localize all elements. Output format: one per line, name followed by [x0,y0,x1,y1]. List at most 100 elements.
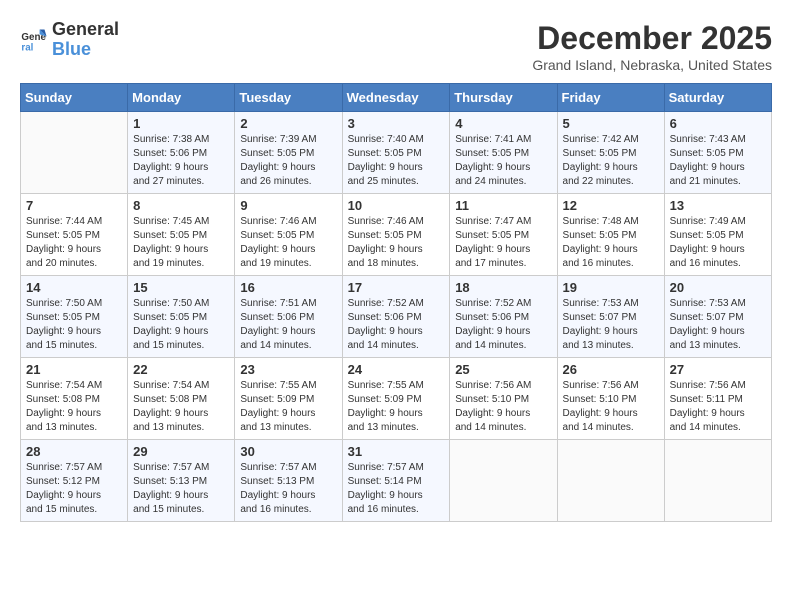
day-number: 5 [563,116,659,131]
day-info: Sunrise: 7:43 AM Sunset: 5:05 PM Dayligh… [670,133,766,189]
calendar-cell [664,440,771,522]
day-info: Sunrise: 7:54 AM Sunset: 5:08 PM Dayligh… [133,379,229,435]
day-info: Sunrise: 7:50 AM Sunset: 5:05 PM Dayligh… [133,297,229,353]
day-info: Sunrise: 7:46 AM Sunset: 5:05 PM Dayligh… [240,215,336,271]
logo: Gene ral General Blue [20,20,119,60]
calendar-cell: 10 Sunrise: 7:46 AM Sunset: 5:05 PM Dayli… [342,194,450,276]
calendar-cell: 2 Sunrise: 7:39 AM Sunset: 5:05 PM Daylig… [235,112,342,194]
calendar-cell: 13Sunrise: 7:49 AM Sunset: 5:05 PM Dayli… [664,194,771,276]
svg-text:ral: ral [21,42,33,53]
calendar-cell: 23Sunrise: 7:55 AM Sunset: 5:09 PM Dayli… [235,358,342,440]
day-info: Sunrise: 7:57 AM Sunset: 5:13 PM Dayligh… [240,461,336,517]
calendar-cell: 12Sunrise: 7:48 AM Sunset: 5:05 PM Dayli… [557,194,664,276]
day-number: 8 [133,198,229,213]
day-info: Sunrise: 7:44 AM Sunset: 5:05 PM Dayligh… [26,215,122,271]
day-info: Sunrise: 7:47 AM Sunset: 5:05 PM Dayligh… [455,215,551,271]
day-number: 26 [563,362,659,377]
day-number: 24 [348,362,445,377]
day-header-monday: Monday [128,84,235,112]
day-number: 23 [240,362,336,377]
calendar-cell: 30 Sunrise: 7:57 AM Sunset: 5:13 PM Dayli… [235,440,342,522]
day-number: 17 [348,280,445,295]
logo-icon: Gene ral [20,26,48,54]
calendar-week-row: 21 Sunrise: 7:54 AM Sunset: 5:08 PM Dayli… [21,358,772,440]
day-info: Sunrise: 7:57 AM Sunset: 5:14 PM Dayligh… [348,461,445,517]
calendar-cell: 31 Sunrise: 7:57 AM Sunset: 5:14 PM Dayli… [342,440,450,522]
day-info: Sunrise: 7:56 AM Sunset: 5:10 PM Dayligh… [455,379,551,435]
day-number: 29 [133,444,229,459]
day-info: Sunrise: 7:56 AM Sunset: 5:11 PM Dayligh… [670,379,766,435]
calendar-cell: 17 Sunrise: 7:52 AM Sunset: 5:06 PM Dayli… [342,276,450,358]
calendar-cell: 20 Sunrise: 7:53 AM Sunset: 5:07 PM Dayli… [664,276,771,358]
calendar-table: SundayMondayTuesdayWednesdayThursdayFrid… [20,83,772,522]
calendar-cell [557,440,664,522]
calendar-week-row: 28 Sunrise: 7:57 AM Sunset: 5:12 PM Dayli… [21,440,772,522]
calendar-cell: 25 Sunrise: 7:56 AM Sunset: 5:10 PM Dayli… [450,358,557,440]
calendar-cell: 22 Sunrise: 7:54 AM Sunset: 5:08 PM Dayli… [128,358,235,440]
calendar-cell: 21 Sunrise: 7:54 AM Sunset: 5:08 PM Dayli… [21,358,128,440]
calendar-week-row: 1Sunrise: 7:38 AM Sunset: 5:06 PM Daylig… [21,112,772,194]
calendar-cell: 11 Sunrise: 7:47 AM Sunset: 5:05 PM Dayli… [450,194,557,276]
day-info: Sunrise: 7:52 AM Sunset: 5:06 PM Dayligh… [348,297,445,353]
calendar-cell: 4Sunrise: 7:41 AM Sunset: 5:05 PM Daylig… [450,112,557,194]
day-number: 12 [563,198,659,213]
day-info: Sunrise: 7:39 AM Sunset: 5:05 PM Dayligh… [240,133,336,189]
day-info: Sunrise: 7:50 AM Sunset: 5:05 PM Dayligh… [26,297,122,353]
day-info: Sunrise: 7:46 AM Sunset: 5:05 PM Dayligh… [348,215,445,271]
day-number: 21 [26,362,122,377]
day-header-saturday: Saturday [664,84,771,112]
day-info: Sunrise: 7:49 AM Sunset: 5:05 PM Dayligh… [670,215,766,271]
day-number: 31 [348,444,445,459]
day-number: 25 [455,362,551,377]
day-number: 11 [455,198,551,213]
day-number: 20 [670,280,766,295]
day-number: 7 [26,198,122,213]
day-info: Sunrise: 7:42 AM Sunset: 5:05 PM Dayligh… [563,133,659,189]
calendar-cell: 7 Sunrise: 7:44 AM Sunset: 5:05 PM Daylig… [21,194,128,276]
day-info: Sunrise: 7:54 AM Sunset: 5:08 PM Dayligh… [26,379,122,435]
calendar-cell: 28 Sunrise: 7:57 AM Sunset: 5:12 PM Dayli… [21,440,128,522]
day-number: 3 [348,116,445,131]
day-info: Sunrise: 7:52 AM Sunset: 5:06 PM Dayligh… [455,297,551,353]
day-number: 22 [133,362,229,377]
day-info: Sunrise: 7:55 AM Sunset: 5:09 PM Dayligh… [348,379,445,435]
day-info: Sunrise: 7:51 AM Sunset: 5:06 PM Dayligh… [240,297,336,353]
day-number: 28 [26,444,122,459]
day-info: Sunrise: 7:57 AM Sunset: 5:13 PM Dayligh… [133,461,229,517]
calendar-cell: 16Sunrise: 7:51 AM Sunset: 5:06 PM Dayli… [235,276,342,358]
page-header: Gene ral General Blue December 2025 Gran… [20,20,772,73]
day-number: 1 [133,116,229,131]
calendar-cell: 29 Sunrise: 7:57 AM Sunset: 5:13 PM Dayli… [128,440,235,522]
logo-text-general: General [52,20,119,40]
calendar-cell: 15Sunrise: 7:50 AM Sunset: 5:05 PM Dayli… [128,276,235,358]
calendar-cell: 3Sunrise: 7:40 AM Sunset: 5:05 PM Daylig… [342,112,450,194]
title-area: December 2025 Grand Island, Nebraska, Un… [532,20,772,73]
day-number: 30 [240,444,336,459]
day-info: Sunrise: 7:57 AM Sunset: 5:12 PM Dayligh… [26,461,122,517]
calendar-cell: 5 Sunrise: 7:42 AM Sunset: 5:05 PM Daylig… [557,112,664,194]
location: Grand Island, Nebraska, United States [532,57,772,73]
calendar-cell: 18 Sunrise: 7:52 AM Sunset: 5:06 PM Dayli… [450,276,557,358]
day-header-wednesday: Wednesday [342,84,450,112]
day-number: 19 [563,280,659,295]
day-number: 18 [455,280,551,295]
day-number: 14 [26,280,122,295]
month-title: December 2025 [532,20,772,57]
day-info: Sunrise: 7:53 AM Sunset: 5:07 PM Dayligh… [670,297,766,353]
calendar-header-row: SundayMondayTuesdayWednesdayThursdayFrid… [21,84,772,112]
day-header-thursday: Thursday [450,84,557,112]
day-info: Sunrise: 7:45 AM Sunset: 5:05 PM Dayligh… [133,215,229,271]
day-header-sunday: Sunday [21,84,128,112]
calendar-cell: 8 Sunrise: 7:45 AM Sunset: 5:05 PM Daylig… [128,194,235,276]
day-number: 27 [670,362,766,377]
calendar-cell: 1Sunrise: 7:38 AM Sunset: 5:06 PM Daylig… [128,112,235,194]
day-number: 2 [240,116,336,131]
day-number: 10 [348,198,445,213]
calendar-cell: 9Sunrise: 7:46 AM Sunset: 5:05 PM Daylig… [235,194,342,276]
day-header-tuesday: Tuesday [235,84,342,112]
day-info: Sunrise: 7:56 AM Sunset: 5:10 PM Dayligh… [563,379,659,435]
calendar-cell: 19 Sunrise: 7:53 AM Sunset: 5:07 PM Dayli… [557,276,664,358]
day-header-friday: Friday [557,84,664,112]
day-info: Sunrise: 7:53 AM Sunset: 5:07 PM Dayligh… [563,297,659,353]
logo-text-blue: Blue [52,40,119,60]
